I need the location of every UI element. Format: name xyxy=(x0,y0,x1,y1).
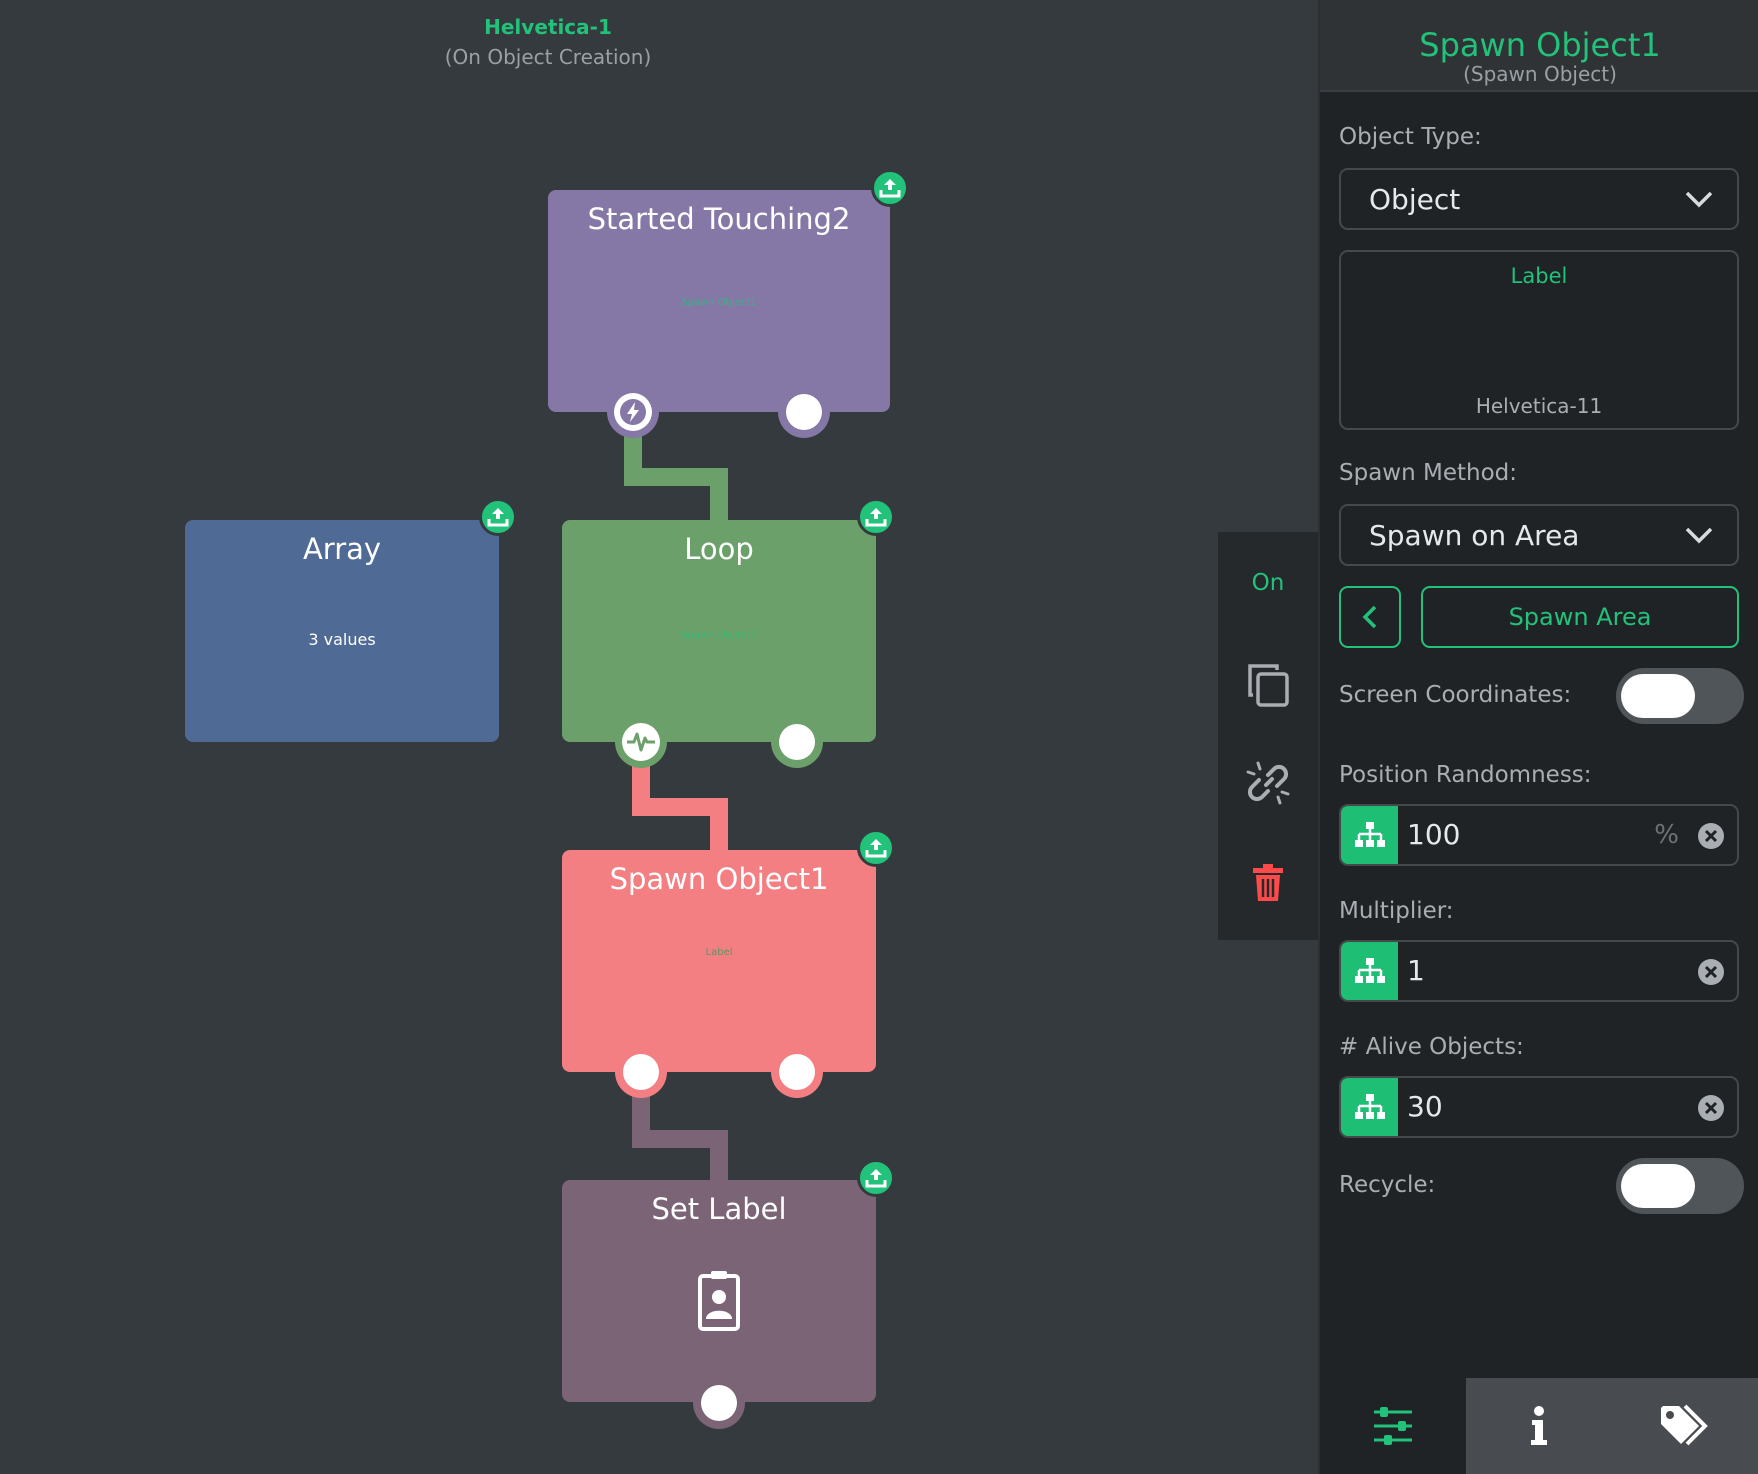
hierarchy-icon[interactable] xyxy=(1341,942,1398,1000)
node-toolbar: On xyxy=(1218,532,1318,940)
output-port[interactable] xyxy=(771,716,823,768)
multiplier-value: 1 xyxy=(1407,954,1425,987)
hierarchy-icon[interactable] xyxy=(1341,806,1398,864)
trash-icon[interactable] xyxy=(1243,858,1293,908)
node-title: Started Touching2 xyxy=(587,202,851,236)
tab-settings[interactable] xyxy=(1320,1378,1466,1474)
position-randomness-value: 100 xyxy=(1407,818,1461,851)
node-set-label[interactable]: Set Label xyxy=(562,1180,876,1402)
spawn-method-value: Spawn on Area xyxy=(1369,519,1580,552)
node-subtitle: Label xyxy=(705,947,733,958)
alive-objects-value: 30 xyxy=(1407,1090,1443,1123)
pulse-icon xyxy=(627,732,655,752)
export-icon[interactable] xyxy=(479,498,517,536)
spawn-method-select[interactable]: Spawn on Area xyxy=(1339,504,1739,566)
node-spawn-object[interactable]: Spawn Object1 Label xyxy=(562,850,876,1072)
object-picker[interactable]: Label Helvetica-11 xyxy=(1339,250,1739,430)
chevron-down-icon xyxy=(1685,527,1713,544)
output-port[interactable] xyxy=(771,1046,823,1098)
export-icon[interactable] xyxy=(871,169,909,207)
tab-info[interactable] xyxy=(1466,1378,1612,1474)
node-loop[interactable]: Loop Spawn Object1 xyxy=(562,520,876,742)
info-icon xyxy=(1531,1406,1547,1445)
clear-icon[interactable] xyxy=(1697,822,1725,850)
alive-objects-field[interactable]: 30 xyxy=(1339,1076,1739,1138)
duplicate-icon[interactable] xyxy=(1243,660,1293,710)
hierarchy-icon[interactable] xyxy=(1341,1078,1398,1136)
alive-objects-label: # Alive Objects: xyxy=(1339,1034,1524,1060)
chevron-down-icon xyxy=(1685,191,1713,208)
export-icon[interactable] xyxy=(857,829,895,867)
sliders-icon xyxy=(1374,1407,1412,1445)
back-button[interactable] xyxy=(1339,586,1401,648)
output-port[interactable] xyxy=(778,386,830,438)
percent-unit: % xyxy=(1654,820,1679,850)
recycle-toggle[interactable] xyxy=(1616,1158,1744,1214)
position-randomness-field[interactable]: 100 % xyxy=(1339,804,1739,866)
unlink-icon[interactable] xyxy=(1243,758,1293,808)
object-type-select[interactable]: Object xyxy=(1339,168,1739,230)
node-subtitle: Spawn Object1 xyxy=(681,297,757,308)
clear-icon[interactable] xyxy=(1697,958,1725,986)
tags-icon xyxy=(1661,1404,1708,1446)
screen-coordinates-label: Screen Coordinates: xyxy=(1339,682,1572,708)
trigger-port[interactable] xyxy=(607,386,659,438)
panel-tabbar xyxy=(1320,1378,1758,1474)
panel-title: Spawn Object1 xyxy=(1419,26,1661,64)
export-icon[interactable] xyxy=(857,498,895,536)
spawned-port[interactable] xyxy=(615,1046,667,1098)
node-title: Array xyxy=(302,532,382,566)
properties-panel: Spawn Object1 (Spawn Object) Object Type… xyxy=(1318,0,1758,1474)
panel-header: Spawn Object1 (Spawn Object) xyxy=(1320,0,1758,92)
position-randomness-label: Position Randomness: xyxy=(1339,762,1592,788)
enabled-toggle[interactable]: On xyxy=(1218,570,1318,596)
object-picker-value: Helvetica-11 xyxy=(1475,394,1603,418)
object-picker-title: Label xyxy=(1510,264,1568,288)
event-name: (On Object Creation) xyxy=(444,45,652,69)
node-title: Loop xyxy=(684,532,754,566)
spawn-method-label: Spawn Method: xyxy=(1339,460,1518,486)
panel-subtitle: (Spawn Object) xyxy=(1463,62,1617,86)
object-type-value: Object xyxy=(1369,183,1461,216)
spawn-area-button[interactable]: Spawn Area xyxy=(1421,586,1739,648)
array-values: 3 values xyxy=(308,630,376,649)
node-title: Set Label xyxy=(651,1192,787,1226)
clear-icon[interactable] xyxy=(1697,1094,1725,1122)
node-subtitle: Spawn Object1 xyxy=(681,630,757,641)
script-canvas[interactable]: Helvetica-1 (On Object Creation) Started… xyxy=(0,0,1318,1474)
multiplier-field[interactable]: 1 xyxy=(1339,940,1739,1002)
lightning-icon xyxy=(620,399,646,425)
id-badge-icon xyxy=(697,1270,741,1336)
loop-body-port[interactable] xyxy=(615,716,667,768)
screen-coordinates-toggle[interactable] xyxy=(1616,668,1744,724)
recycle-label: Recycle: xyxy=(1339,1172,1436,1198)
output-port[interactable] xyxy=(693,1377,745,1429)
tab-tags[interactable] xyxy=(1612,1378,1758,1474)
object-type-label: Object Type: xyxy=(1339,124,1482,150)
node-started-touching[interactable]: Started Touching2 Spawn Object1 xyxy=(548,190,890,412)
node-title: Spawn Object1 xyxy=(609,862,829,896)
export-icon[interactable] xyxy=(857,1159,895,1197)
node-array[interactable]: Array 3 values xyxy=(185,520,499,742)
object-name: Helvetica-1 xyxy=(484,15,612,39)
multiplier-label: Multiplier: xyxy=(1339,898,1454,924)
chevron-left-icon xyxy=(1362,605,1377,629)
